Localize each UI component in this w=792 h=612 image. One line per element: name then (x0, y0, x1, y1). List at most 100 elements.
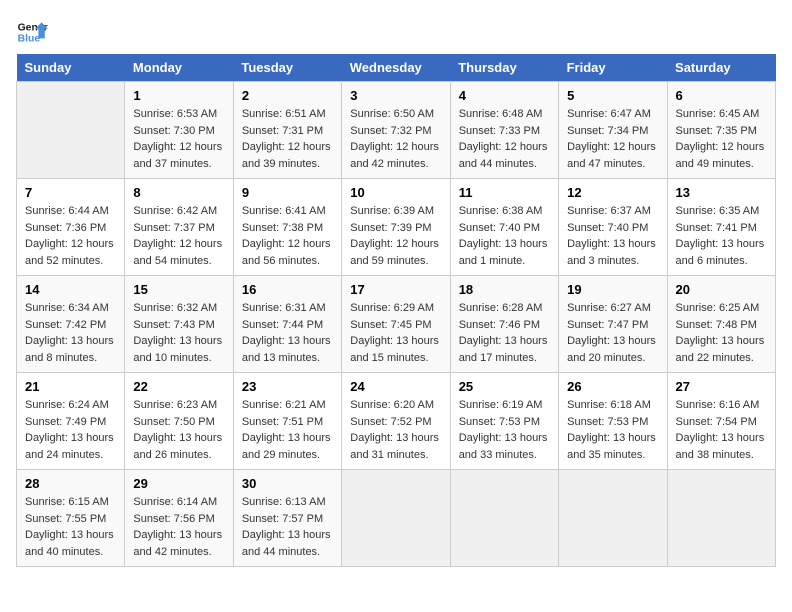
calendar-cell: 27 Sunrise: 6:16 AMSunset: 7:54 PMDayligh… (667, 373, 775, 470)
calendar-row: 28 Sunrise: 6:15 AMSunset: 7:55 PMDayligh… (17, 470, 776, 567)
cell-info: Sunrise: 6:13 AMSunset: 7:57 PMDaylight:… (242, 494, 333, 560)
day-number: 11 (459, 185, 550, 200)
cell-info: Sunrise: 6:34 AMSunset: 7:42 PMDaylight:… (25, 300, 116, 366)
cell-info: Sunrise: 6:48 AMSunset: 7:33 PMDaylight:… (459, 106, 550, 172)
calendar-cell: 28 Sunrise: 6:15 AMSunset: 7:55 PMDayligh… (17, 470, 125, 567)
cell-info: Sunrise: 6:44 AMSunset: 7:36 PMDaylight:… (25, 203, 116, 269)
cell-info: Sunrise: 6:18 AMSunset: 7:53 PMDaylight:… (567, 397, 658, 463)
calendar-cell (667, 470, 775, 567)
calendar-cell: 21 Sunrise: 6:24 AMSunset: 7:49 PMDayligh… (17, 373, 125, 470)
calendar-cell: 30 Sunrise: 6:13 AMSunset: 7:57 PMDayligh… (233, 470, 341, 567)
day-number: 15 (133, 282, 224, 297)
calendar-cell: 1Sunrise: 6:53 AMSunset: 7:30 PMDaylight… (125, 82, 233, 179)
cell-info: Sunrise: 6:51 AMSunset: 7:31 PMDaylight:… (242, 106, 333, 172)
calendar-cell (559, 470, 667, 567)
day-number: 24 (350, 379, 441, 394)
day-number: 17 (350, 282, 441, 297)
day-number: 25 (459, 379, 550, 394)
day-number: 9 (242, 185, 333, 200)
calendar-cell: 26 Sunrise: 6:18 AMSunset: 7:53 PMDayligh… (559, 373, 667, 470)
cell-info: Sunrise: 6:21 AMSunset: 7:51 PMDaylight:… (242, 397, 333, 463)
cell-info: Sunrise: 6:25 AMSunset: 7:48 PMDaylight:… (676, 300, 767, 366)
day-number: 13 (676, 185, 767, 200)
day-number: 29 (133, 476, 224, 491)
day-number: 22 (133, 379, 224, 394)
calendar-cell: 12Sunrise: 6:37 AMSunset: 7:40 PMDayligh… (559, 179, 667, 276)
weekday-header-cell: Tuesday (233, 54, 341, 82)
weekday-header-cell: Saturday (667, 54, 775, 82)
calendar-cell: 8 Sunrise: 6:42 AMSunset: 7:37 PMDaylight… (125, 179, 233, 276)
calendar-cell: 24 Sunrise: 6:20 AMSunset: 7:52 PMDayligh… (342, 373, 450, 470)
cell-info: Sunrise: 6:19 AMSunset: 7:53 PMDaylight:… (459, 397, 550, 463)
cell-info: Sunrise: 6:15 AMSunset: 7:55 PMDaylight:… (25, 494, 116, 560)
day-number: 20 (676, 282, 767, 297)
cell-info: Sunrise: 6:20 AMSunset: 7:52 PMDaylight:… (350, 397, 441, 463)
weekday-header-row: SundayMondayTuesdayWednesdayThursdayFrid… (17, 54, 776, 82)
day-number: 21 (25, 379, 116, 394)
calendar-cell (450, 470, 558, 567)
day-number: 14 (25, 282, 116, 297)
calendar-table: SundayMondayTuesdayWednesdayThursdayFrid… (16, 54, 776, 567)
cell-info: Sunrise: 6:29 AMSunset: 7:45 PMDaylight:… (350, 300, 441, 366)
calendar-cell: 19 Sunrise: 6:27 AMSunset: 7:47 PMDayligh… (559, 276, 667, 373)
day-number: 6 (676, 88, 767, 103)
calendar-cell: 11 Sunrise: 6:38 AMSunset: 7:40 PMDayligh… (450, 179, 558, 276)
day-number: 8 (133, 185, 224, 200)
calendar-row: 7 Sunrise: 6:44 AMSunset: 7:36 PMDaylight… (17, 179, 776, 276)
calendar-cell: 10 Sunrise: 6:39 AMSunset: 7:39 PMDayligh… (342, 179, 450, 276)
calendar-cell: 7 Sunrise: 6:44 AMSunset: 7:36 PMDaylight… (17, 179, 125, 276)
weekday-header-cell: Monday (125, 54, 233, 82)
cell-info: Sunrise: 6:39 AMSunset: 7:39 PMDaylight:… (350, 203, 441, 269)
calendar-cell: 2 Sunrise: 6:51 AMSunset: 7:31 PMDaylight… (233, 82, 341, 179)
calendar-cell: 16 Sunrise: 6:31 AMSunset: 7:44 PMDayligh… (233, 276, 341, 373)
cell-info: Sunrise: 6:35 AMSunset: 7:41 PMDaylight:… (676, 203, 767, 269)
day-number: 28 (25, 476, 116, 491)
day-number: 19 (567, 282, 658, 297)
day-number: 7 (25, 185, 116, 200)
calendar-cell: 4Sunrise: 6:48 AMSunset: 7:33 PMDaylight… (450, 82, 558, 179)
day-number: 26 (567, 379, 658, 394)
day-number: 16 (242, 282, 333, 297)
calendar-cell: 20 Sunrise: 6:25 AMSunset: 7:48 PMDayligh… (667, 276, 775, 373)
svg-text:Blue: Blue (18, 34, 41, 45)
day-number: 3 (350, 88, 441, 103)
day-number: 10 (350, 185, 441, 200)
calendar-cell: 15 Sunrise: 6:32 AMSunset: 7:43 PMDayligh… (125, 276, 233, 373)
calendar-cell: 23Sunrise: 6:21 AMSunset: 7:51 PMDayligh… (233, 373, 341, 470)
day-number: 30 (242, 476, 333, 491)
calendar-cell: 29Sunrise: 6:14 AMSunset: 7:56 PMDayligh… (125, 470, 233, 567)
calendar-row: 21 Sunrise: 6:24 AMSunset: 7:49 PMDayligh… (17, 373, 776, 470)
cell-info: Sunrise: 6:38 AMSunset: 7:40 PMDaylight:… (459, 203, 550, 269)
calendar-body: 1Sunrise: 6:53 AMSunset: 7:30 PMDaylight… (17, 82, 776, 567)
calendar-cell: 22 Sunrise: 6:23 AMSunset: 7:50 PMDayligh… (125, 373, 233, 470)
cell-info: Sunrise: 6:27 AMSunset: 7:47 PMDaylight:… (567, 300, 658, 366)
cell-info: Sunrise: 6:47 AMSunset: 7:34 PMDaylight:… (567, 106, 658, 172)
cell-info: Sunrise: 6:42 AMSunset: 7:37 PMDaylight:… (133, 203, 224, 269)
calendar-cell: 13 Sunrise: 6:35 AMSunset: 7:41 PMDayligh… (667, 179, 775, 276)
calendar-cell: 3Sunrise: 6:50 AMSunset: 7:32 PMDaylight… (342, 82, 450, 179)
calendar-row: 1Sunrise: 6:53 AMSunset: 7:30 PMDaylight… (17, 82, 776, 179)
weekday-header-cell: Friday (559, 54, 667, 82)
cell-info: Sunrise: 6:28 AMSunset: 7:46 PMDaylight:… (459, 300, 550, 366)
calendar-cell (342, 470, 450, 567)
day-number: 1 (133, 88, 224, 103)
calendar-cell: 25 Sunrise: 6:19 AMSunset: 7:53 PMDayligh… (450, 373, 558, 470)
calendar-cell: 17 Sunrise: 6:29 AMSunset: 7:45 PMDayligh… (342, 276, 450, 373)
calendar-cell: 18Sunrise: 6:28 AMSunset: 7:46 PMDayligh… (450, 276, 558, 373)
cell-info: Sunrise: 6:23 AMSunset: 7:50 PMDaylight:… (133, 397, 224, 463)
cell-info: Sunrise: 6:32 AMSunset: 7:43 PMDaylight:… (133, 300, 224, 366)
weekday-header-cell: Wednesday (342, 54, 450, 82)
calendar-cell: 6Sunrise: 6:45 AMSunset: 7:35 PMDaylight… (667, 82, 775, 179)
cell-info: Sunrise: 6:31 AMSunset: 7:44 PMDaylight:… (242, 300, 333, 366)
calendar-cell: 5 Sunrise: 6:47 AMSunset: 7:34 PMDaylight… (559, 82, 667, 179)
day-number: 2 (242, 88, 333, 103)
day-number: 5 (567, 88, 658, 103)
cell-info: Sunrise: 6:24 AMSunset: 7:49 PMDaylight:… (25, 397, 116, 463)
day-number: 27 (676, 379, 767, 394)
logo-icon: General Blue (16, 16, 48, 48)
calendar-cell (17, 82, 125, 179)
cell-info: Sunrise: 6:37 AMSunset: 7:40 PMDaylight:… (567, 203, 658, 269)
cell-info: Sunrise: 6:16 AMSunset: 7:54 PMDaylight:… (676, 397, 767, 463)
logo: General Blue (16, 16, 48, 48)
calendar-row: 14 Sunrise: 6:34 AMSunset: 7:42 PMDayligh… (17, 276, 776, 373)
